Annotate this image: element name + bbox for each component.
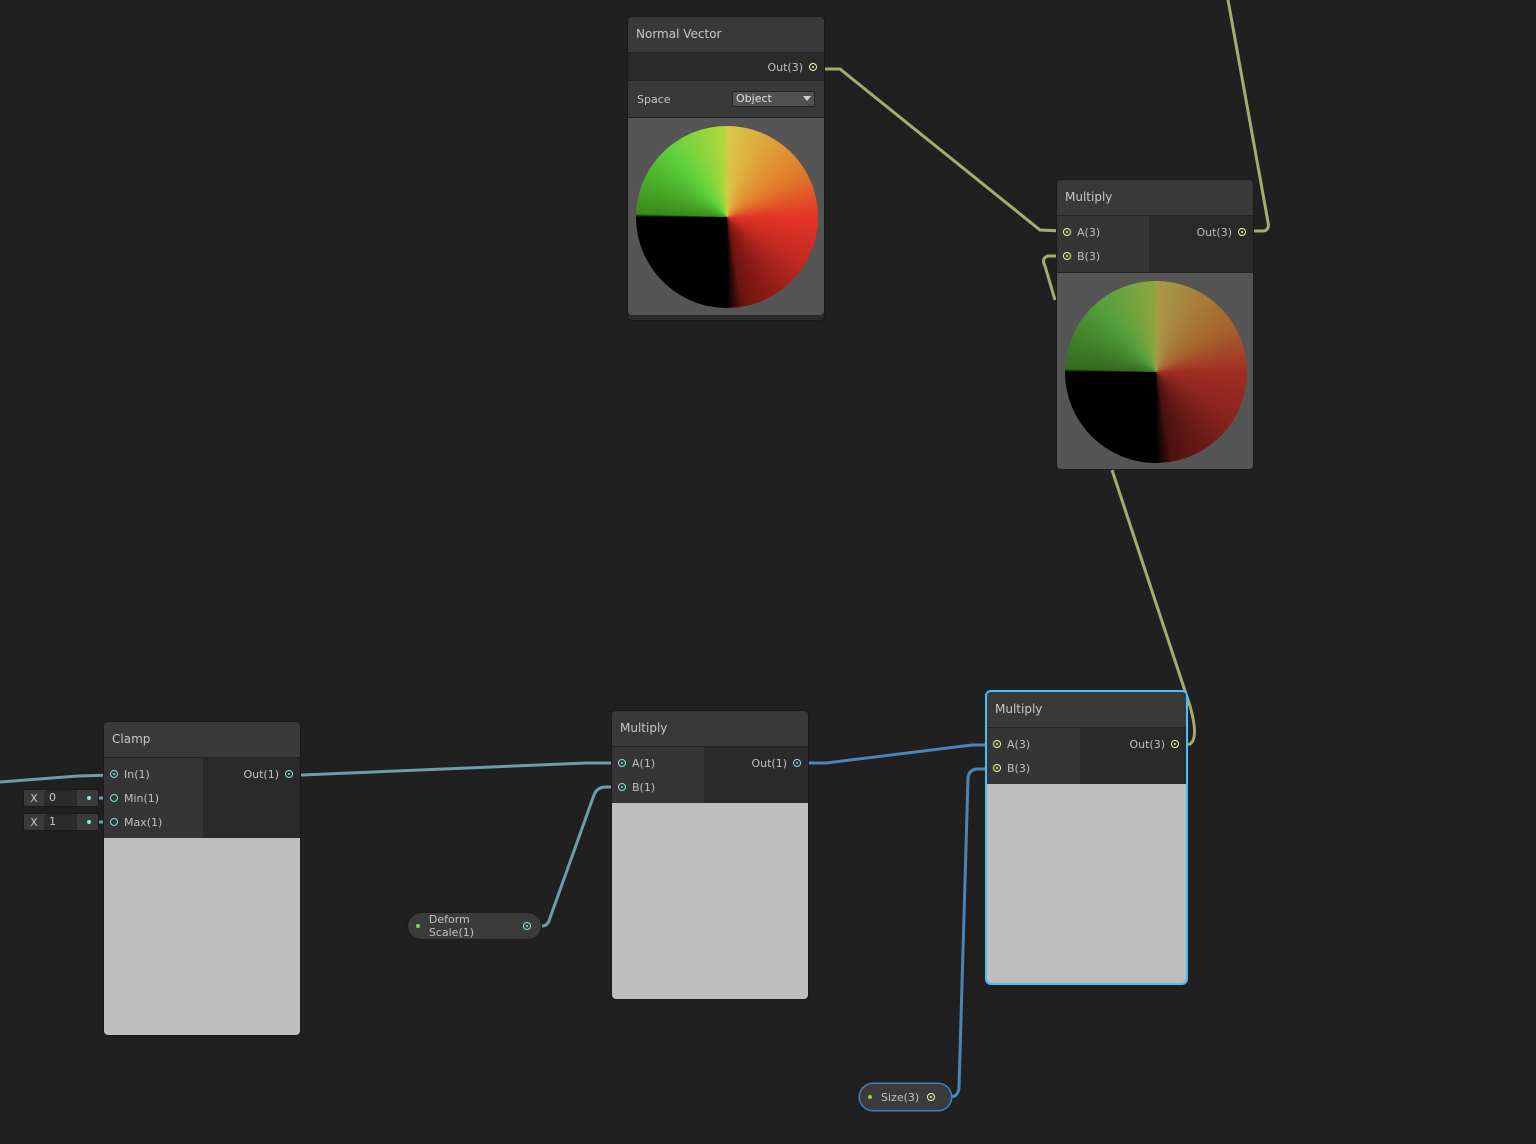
output-port-icon[interactable]: [793, 759, 801, 767]
chevron-down-icon: [803, 96, 811, 101]
input-port-in[interactable]: In(1): [104, 762, 203, 786]
input-ports: A(3) B(3): [1057, 216, 1149, 272]
min-default-field[interactable]: X 0: [23, 789, 99, 807]
port-label: B(1): [632, 780, 656, 794]
multiply-node-middle[interactable]: Multiply A(1) B(1) Out(1): [612, 711, 808, 999]
output-port-icon[interactable]: [285, 770, 293, 778]
node-title[interactable]: Multiply: [612, 711, 808, 747]
sphere-preview-image: [636, 126, 818, 308]
property-indicator-icon: [416, 924, 420, 928]
input-port-a[interactable]: A(3): [1057, 220, 1149, 244]
node-preview: [987, 784, 1186, 983]
axis-label: X: [24, 815, 45, 829]
output-port-out[interactable]: Out(1): [203, 762, 300, 786]
wire-multiply-mid-to-right-a[interactable]: [799, 743, 996, 765]
node-preview: [1057, 272, 1253, 469]
wire-normal-to-multiply-a[interactable]: [815, 67, 1063, 233]
port-label: Out(3): [1129, 737, 1165, 751]
input-port-b[interactable]: B(3): [1057, 244, 1149, 268]
input-port-icon[interactable]: [618, 783, 626, 791]
port-label: Max(1): [124, 815, 163, 829]
output-ports: Out(3): [1080, 728, 1186, 784]
property-label: Size(3): [881, 1090, 920, 1104]
output-port-icon[interactable]: [1238, 228, 1246, 236]
port-label: B(3): [1007, 761, 1031, 775]
node-ports: A(3) B(3) Out(3): [987, 728, 1186, 784]
node-preview: [104, 838, 300, 1035]
input-port-b[interactable]: B(1): [612, 775, 704, 799]
port-label: Min(1): [124, 791, 160, 805]
port-label: Out(1): [751, 756, 787, 770]
input-port-b[interactable]: B(3): [987, 756, 1080, 780]
port-label: In(1): [124, 767, 150, 781]
wire-deform-scale-to-multiply-b[interactable]: [525, 785, 618, 928]
space-label: Space: [637, 92, 671, 106]
node-title[interactable]: Clamp: [104, 722, 300, 758]
space-dropdown-value: Object: [736, 92, 772, 105]
space-dropdown[interactable]: Object: [732, 91, 815, 107]
node-ports: A(3) B(3) Out(3): [1057, 216, 1253, 272]
sphere-preview-image: [1065, 281, 1247, 463]
input-port-a[interactable]: A(3): [987, 732, 1080, 756]
node-preview: [612, 803, 808, 999]
node-preview: [628, 117, 824, 315]
input-port-icon[interactable]: [110, 794, 118, 802]
input-port-icon[interactable]: [1063, 228, 1071, 236]
max-value-input[interactable]: 1: [45, 814, 77, 830]
port-label: B(3): [1077, 249, 1101, 263]
node-ports: A(1) B(1) Out(1): [612, 747, 808, 803]
input-port-icon[interactable]: [1063, 252, 1071, 260]
output-port-out[interactable]: Out(1): [704, 751, 808, 775]
output-port-icon[interactable]: [523, 922, 531, 930]
output-ports: Out(3): [1149, 216, 1253, 272]
input-port-icon[interactable]: [110, 818, 118, 826]
output-port-icon[interactable]: [809, 63, 817, 71]
input-port-min[interactable]: Min(1): [104, 786, 203, 810]
space-setting-row: Space Object: [628, 80, 824, 117]
property-indicator-icon: [868, 1095, 872, 1099]
min-value-input[interactable]: 0: [45, 790, 77, 806]
multiply-node-top[interactable]: Multiply A(3) B(3) Out(3): [1057, 180, 1253, 469]
port-label: Out(3): [767, 60, 803, 74]
node-ports: In(1) Min(1) Max(1) Out(1): [104, 758, 300, 838]
deform-scale-property-node[interactable]: Deform Scale(1): [408, 913, 541, 939]
port-label: Out(1): [243, 767, 279, 781]
input-port-icon[interactable]: [110, 770, 118, 778]
wire-clamp-to-multiply-a[interactable]: [291, 761, 618, 777]
output-ports: Out(1): [203, 758, 300, 838]
port-label: Out(3): [1196, 225, 1232, 239]
axis-label: X: [24, 791, 45, 805]
input-ports: A(1) B(1): [612, 747, 704, 803]
port-label: A(3): [1007, 737, 1031, 751]
input-port-icon[interactable]: [993, 764, 1001, 772]
input-ports: A(3) B(3): [987, 728, 1080, 784]
input-ports: In(1) Min(1) Max(1): [104, 758, 203, 838]
wire-incoming-to-clamp[interactable]: [0, 773, 113, 784]
input-port-a[interactable]: A(1): [612, 751, 704, 775]
input-port-max[interactable]: Max(1): [104, 810, 203, 834]
output-port-out[interactable]: Out(3): [628, 57, 824, 77]
max-default-field[interactable]: X 1: [23, 813, 99, 831]
output-port-icon[interactable]: [927, 1093, 936, 1101]
input-port-icon[interactable]: [618, 759, 626, 767]
port-label: A(3): [1077, 225, 1101, 239]
output-ports: Out(1): [704, 747, 808, 803]
normal-vector-node[interactable]: Normal Vector Out(3) Space Object: [628, 17, 824, 320]
multiply-node-right[interactable]: Multiply A(3) B(3) Out(3): [987, 692, 1186, 983]
port-label: A(1): [632, 756, 656, 770]
output-port-out[interactable]: Out(3): [1149, 220, 1253, 244]
property-label: Deform Scale(1): [428, 913, 475, 939]
node-title[interactable]: Multiply: [987, 692, 1186, 728]
output-port-icon[interactable]: [1171, 740, 1179, 748]
input-port-icon[interactable]: [993, 740, 1001, 748]
field-connector-dot: [87, 820, 91, 824]
node-title[interactable]: Normal Vector: [628, 17, 824, 53]
clamp-node[interactable]: Clamp In(1) Min(1) Max(1) Out(1): [104, 722, 300, 1035]
field-connector-dot: [87, 796, 91, 800]
output-port-out[interactable]: Out(3): [1080, 732, 1186, 756]
size-property-node[interactable]: Size(3): [860, 1084, 951, 1110]
node-title[interactable]: Multiply: [1057, 180, 1253, 216]
